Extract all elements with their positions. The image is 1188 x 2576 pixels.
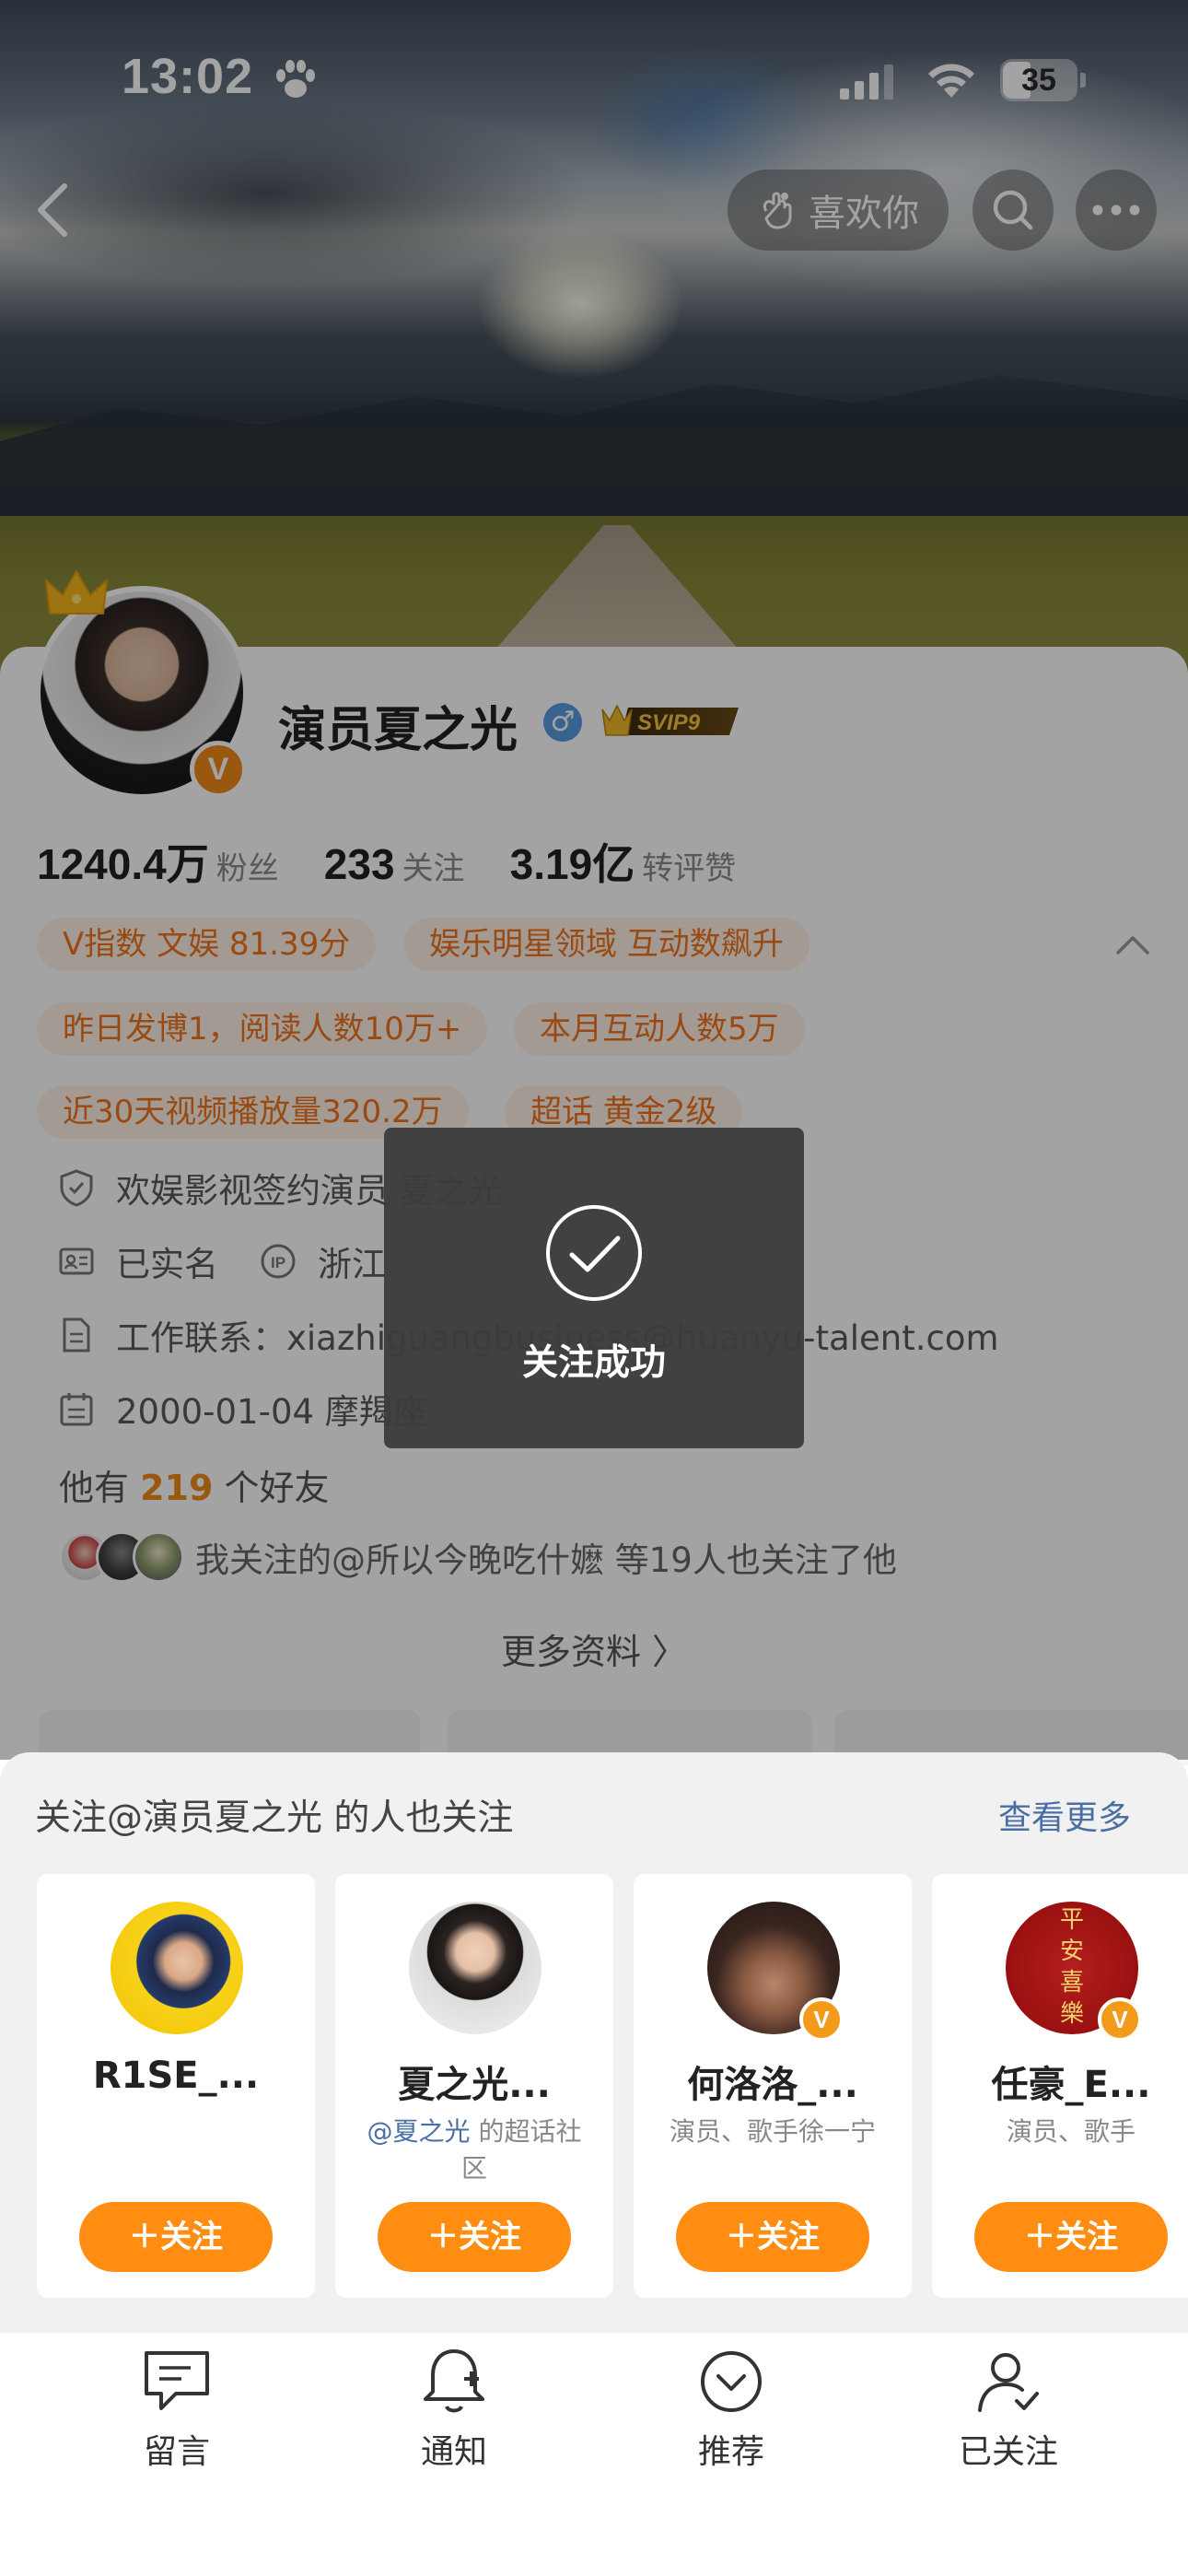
follow-button[interactable]: ＋关注 bbox=[676, 2202, 869, 2272]
svg-text:樂: 樂 bbox=[1060, 2000, 1084, 2028]
follow-success-toast: 关注成功 bbox=[384, 1128, 804, 1448]
follow-button[interactable]: ＋关注 bbox=[378, 2202, 571, 2272]
svg-text:安: 安 bbox=[1060, 1938, 1084, 1965]
user-check-icon bbox=[978, 2353, 1039, 2412]
recommend-desc: 演员、歌手徐一宁 bbox=[669, 2116, 876, 2147]
recommend-card[interactable]: R1SE_... ＋关注 bbox=[37, 1874, 315, 2298]
recommend-title: 关注@演员夏之光 的人也关注 bbox=[35, 1797, 514, 1839]
avatar[interactable] bbox=[409, 1902, 542, 2034]
chevron-circle-icon bbox=[701, 2351, 762, 2412]
avatar[interactable] bbox=[111, 1902, 243, 2034]
modal-dim-overlay bbox=[0, 0, 1188, 1760]
follow-button[interactable]: ＋关注 bbox=[79, 2202, 273, 2272]
toolbar-following-label: 已关注 bbox=[958, 2433, 1058, 2471]
toast-message: 关注成功 bbox=[521, 1342, 666, 1384]
recommend-desc: 演员、歌手 bbox=[1006, 2116, 1136, 2147]
svg-text:喜: 喜 bbox=[1060, 1969, 1084, 1996]
recommend-name: R1SE_... bbox=[92, 2055, 260, 2097]
recommend-name: 夏之光... bbox=[398, 2064, 551, 2106]
check-circle-icon bbox=[546, 1205, 642, 1301]
see-more-link[interactable]: 查看更多 bbox=[998, 1791, 1131, 1839]
recommend-desc: @夏之光 的超话社区 bbox=[367, 2116, 582, 2184]
message-icon bbox=[145, 2351, 209, 2410]
follow-button[interactable]: ＋关注 bbox=[974, 2202, 1168, 2272]
recommend-name: 何洛洛_... bbox=[687, 2064, 858, 2106]
recommend-card[interactable]: 夏之光... @夏之光 的超话社区 ＋关注 bbox=[335, 1874, 613, 2298]
toolbar-recommend-label: 推荐 bbox=[697, 2433, 764, 2471]
recommend-card[interactable]: 平 安 喜 樂 V 任豪_E... 演员、歌手 ＋关注 bbox=[932, 1874, 1188, 2298]
verified-badge: V bbox=[799, 1997, 844, 2042]
toolbar-message-label: 留言 bbox=[143, 2433, 210, 2471]
recommend-name: 任豪_E... bbox=[991, 2064, 1151, 2106]
bottom-toolbar: 留言 通知 推荐 已关注 bbox=[0, 2333, 1188, 2576]
recommend-card[interactable]: V 何洛洛_... 演员、歌手徐一宁 ＋关注 bbox=[634, 1874, 912, 2298]
toolbar-notify-label: 通知 bbox=[420, 2433, 487, 2471]
toolbar-notify[interactable]: 通知 bbox=[362, 2346, 546, 2473]
toolbar-message[interactable]: 留言 bbox=[85, 2346, 269, 2473]
verified-badge: V bbox=[1098, 1997, 1142, 2042]
bell-plus-icon bbox=[424, 2349, 484, 2413]
toolbar-recommend[interactable]: 推荐 bbox=[639, 2346, 823, 2473]
svg-text:平: 平 bbox=[1060, 1906, 1084, 1934]
toolbar-following[interactable]: 已关注 bbox=[916, 2346, 1101, 2473]
